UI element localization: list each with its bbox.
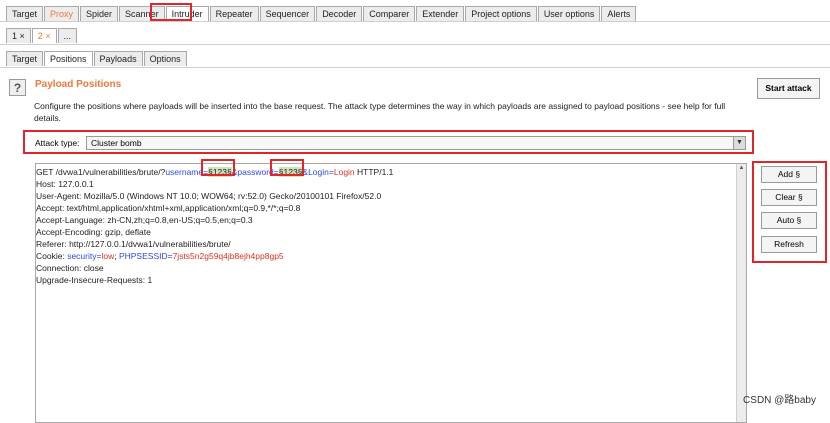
divider — [0, 21, 830, 22]
attack-tab-1[interactable]: 1 × — [6, 28, 31, 43]
request-editor[interactable]: GET /dvwa1/vulnerabilities/brute/?userna… — [35, 163, 747, 423]
attack-tab-2[interactable]: 2 × — [31, 28, 57, 43]
tab-decoder[interactable]: Decoder — [316, 6, 363, 21]
highlight-marker-username — [201, 159, 235, 176]
header-accept-language: Accept-Language: zh-CN,zh;q=0.8,en-US;q=… — [36, 215, 253, 225]
header-referer: Referer: http://127.0.0.1/dvwa1/vulnerab… — [36, 239, 231, 249]
subtab-target[interactable]: Target — [6, 51, 44, 66]
page-title: Payload Positions — [35, 79, 122, 90]
watermark: CSDN @路baby — [743, 395, 816, 406]
tab-repeater[interactable]: Repeater — [209, 6, 259, 21]
highlight-marker-password — [270, 159, 304, 176]
param-key: Login — [308, 167, 329, 177]
header-accept-encoding: Accept-Encoding: gzip, deflate — [36, 227, 151, 237]
divider — [0, 67, 830, 68]
subtab-payloads[interactable]: Payloads — [93, 51, 143, 66]
highlight-side-buttons — [752, 161, 827, 263]
header-accept: Accept: text/html,application/xhtml+xml,… — [36, 203, 301, 213]
tab-alerts[interactable]: Alerts — [601, 6, 637, 21]
header-host: Host: 127.0.0.1 — [36, 179, 94, 189]
panel-description: Configure the positions where payloads w… — [34, 101, 726, 123]
header-user-agent: User-Agent: Mozilla/5.0 (Windows NT 10.0… — [36, 191, 382, 201]
highlight-attack-type — [23, 130, 754, 154]
sub-tab-bar: Target Positions Payloads Options — [6, 48, 188, 66]
divider — [0, 44, 830, 45]
header-cookie: Cookie: security=low; PHPSESSID=7jsts5n2… — [36, 251, 284, 261]
header-upgrade: Upgrade-Insecure-Requests: 1 — [36, 275, 153, 285]
top-tab-bar: Target Proxy Spider Scanner Intruder Rep… — [6, 3, 637, 21]
subtab-positions[interactable]: Positions — [44, 51, 93, 66]
param-key: username — [165, 167, 204, 177]
tab-extender[interactable]: Extender — [416, 6, 465, 21]
editor-scrollbar[interactable]: ▲ — [736, 164, 746, 422]
highlight-intruder-tab — [150, 3, 192, 21]
tab-sequencer[interactable]: Sequencer — [259, 6, 316, 21]
header-connection: Connection: close — [36, 263, 104, 273]
tab-spider[interactable]: Spider — [80, 6, 119, 21]
tab-comparer[interactable]: Comparer — [363, 6, 416, 21]
tab-user-options[interactable]: User options — [537, 6, 601, 21]
tab-proxy[interactable]: Proxy — [44, 6, 80, 21]
tab-target[interactable]: Target — [6, 6, 44, 21]
tab-project-options[interactable]: Project options — [465, 6, 537, 21]
scroll-up-icon[interactable]: ▲ — [737, 164, 746, 173]
new-attack-tab[interactable]: ... — [57, 28, 78, 43]
help-button[interactable]: ? — [9, 79, 26, 96]
subtab-options[interactable]: Options — [143, 51, 187, 66]
start-attack-button[interactable]: Start attack — [757, 78, 820, 99]
attack-tab-bar: 1 × 2 × ... — [6, 25, 78, 43]
param-value: Login — [333, 167, 355, 177]
param-key: password — [237, 167, 274, 177]
